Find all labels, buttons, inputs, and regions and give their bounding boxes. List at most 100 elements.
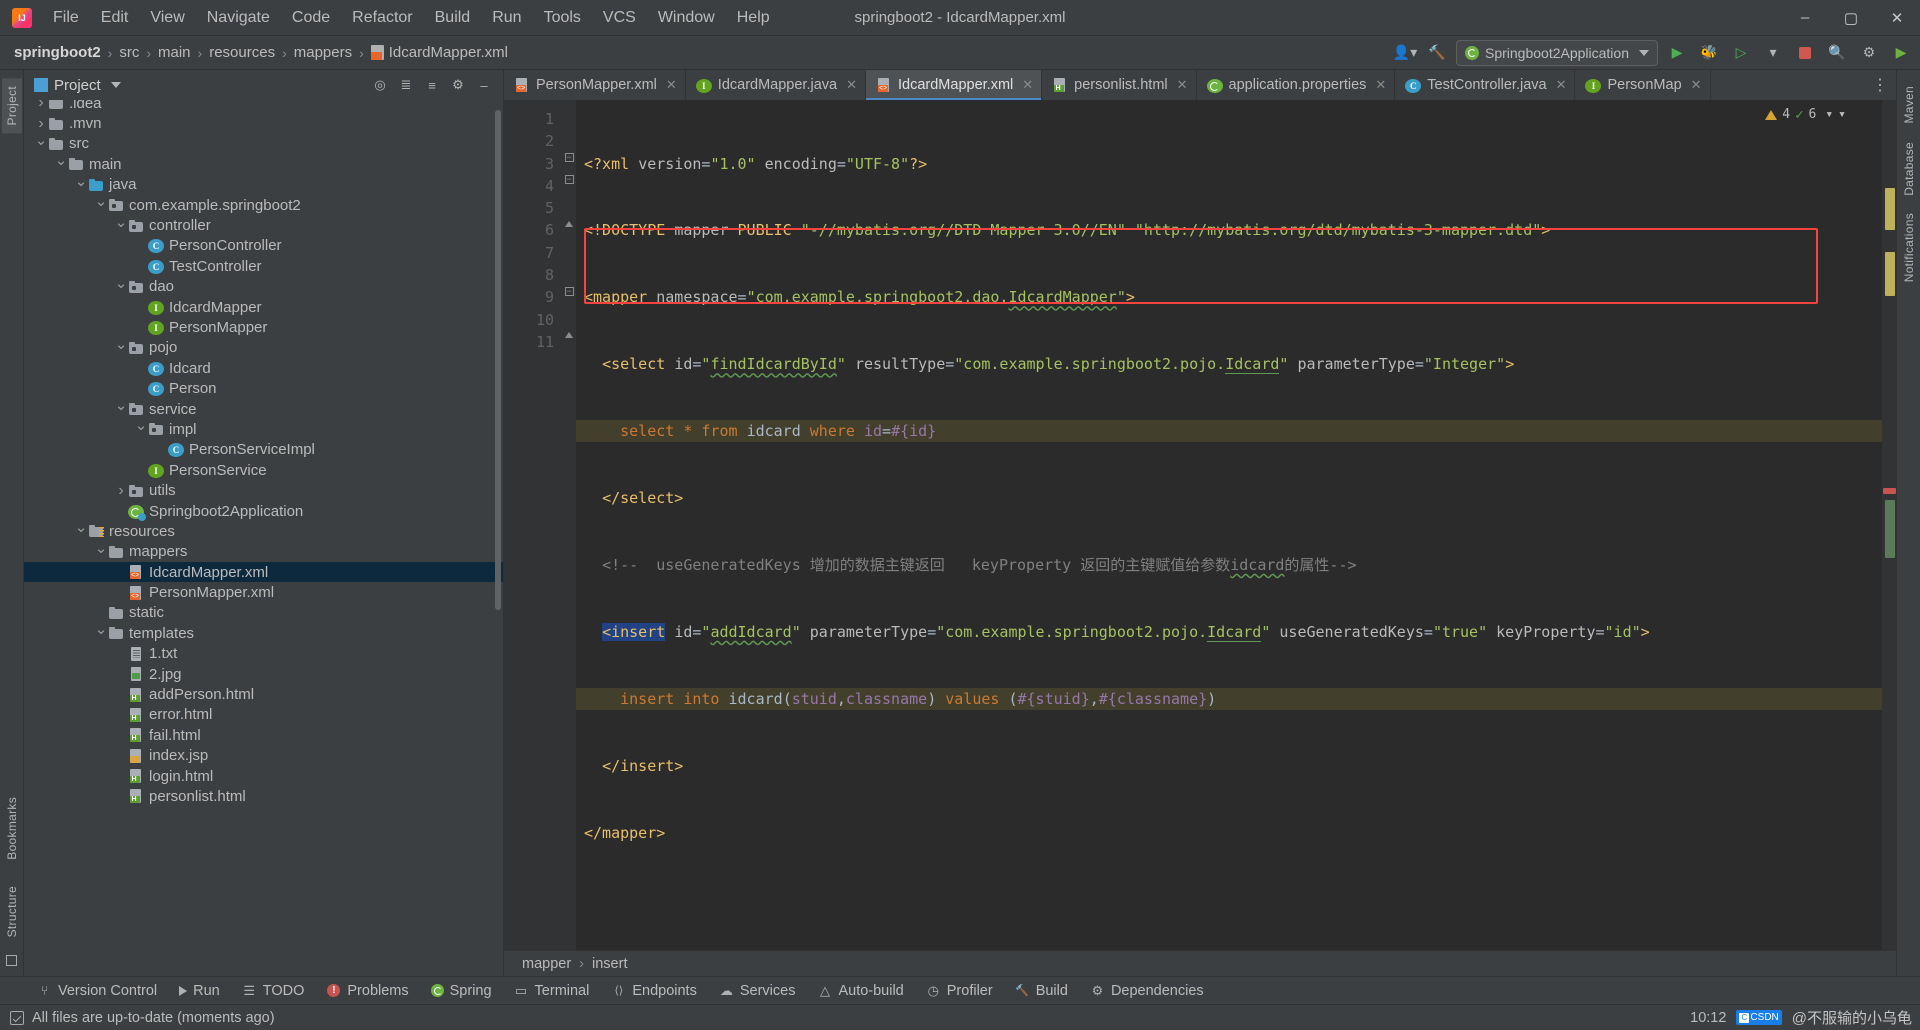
- inspect-hammer-icon[interactable]: 🔨: [1424, 40, 1450, 66]
- more-tabs-icon[interactable]: ⋮: [1864, 70, 1896, 100]
- chevron-down-icon[interactable]: [114, 278, 128, 296]
- bottom-tool-services[interactable]: Services: [708, 980, 807, 1002]
- gear-icon[interactable]: ⚙: [1856, 40, 1882, 66]
- marker-warning-1[interactable]: [1885, 188, 1895, 230]
- editor-tab-idcardmapper-java[interactable]: I IdcardMapper.java ✕: [686, 70, 866, 100]
- chevron-down-icon[interactable]: [114, 217, 128, 235]
- breadcrumb-main[interactable]: main: [158, 44, 191, 61]
- menu-help[interactable]: Help: [726, 4, 781, 32]
- user-account-icon[interactable]: 👤▾: [1392, 40, 1418, 66]
- tree-node-controller[interactable]: controller: [24, 215, 503, 235]
- menu-view[interactable]: View: [139, 4, 195, 32]
- inspection-chevron-icon[interactable]: ▾: [1825, 104, 1833, 126]
- bottom-tool-run[interactable]: Run: [168, 980, 231, 1002]
- tree-node-service[interactable]: service: [24, 399, 503, 419]
- tree-node-utils[interactable]: utils: [24, 480, 503, 500]
- tool-tab-maven[interactable]: Maven: [1899, 78, 1919, 132]
- chevron-down-icon[interactable]: [94, 543, 108, 561]
- menu-run[interactable]: Run: [481, 4, 532, 32]
- chevron-down-icon[interactable]: [54, 155, 68, 173]
- breadcrumb-src[interactable]: src: [119, 44, 139, 61]
- editor-tab-personmapper-xml[interactable]: <> PersonMapper.xml ✕: [504, 70, 686, 100]
- tool-tab-database[interactable]: Database: [1899, 134, 1919, 204]
- marker-warning-2[interactable]: [1885, 252, 1895, 296]
- chevron-down-icon[interactable]: [110, 82, 121, 88]
- inspection-widget[interactable]: 4 ✓ 6 ▾ ▾: [1765, 104, 1846, 126]
- bottom-tool-build[interactable]: Build: [1004, 980, 1079, 1002]
- editor-marker-gutter[interactable]: [1882, 100, 1896, 950]
- close-tab-icon[interactable]: ✕: [666, 77, 677, 93]
- tree-node-personmapper[interactable]: I PersonMapper: [24, 317, 503, 337]
- run-configuration-selector[interactable]: Springboot2Application: [1456, 39, 1658, 66]
- tree-node-1-txt[interactable]: 1.txt: [24, 644, 503, 664]
- editor-breadcrumb-mapper[interactable]: mapper: [522, 956, 571, 972]
- tree-node-person[interactable]: C Person: [24, 378, 503, 398]
- tree-node-index-jsp[interactable]: index.jsp: [24, 746, 503, 766]
- breadcrumb-springboot2[interactable]: springboot2: [14, 44, 101, 61]
- editor-tab-personmap[interactable]: I PersonMap ✕: [1575, 70, 1711, 100]
- chevron-down-icon[interactable]: [114, 339, 128, 357]
- update-icon[interactable]: ▶: [1888, 40, 1914, 66]
- bottom-tool-dependencies[interactable]: Dependencies: [1079, 980, 1215, 1002]
- run-button[interactable]: ▶: [1664, 40, 1690, 66]
- chevron-down-icon[interactable]: [74, 522, 88, 540]
- fold-marker-line4[interactable]: −: [564, 174, 574, 184]
- menu-vcs[interactable]: VCS: [592, 4, 647, 32]
- terminal-strip-icon[interactable]: [6, 955, 17, 966]
- tree-node-templates[interactable]: templates: [24, 623, 503, 643]
- close-tab-icon[interactable]: ✕: [1375, 77, 1386, 93]
- fold-marker-line3[interactable]: −: [564, 152, 574, 162]
- tree-node-idcardmapper-xml[interactable]: <> IdcardMapper.xml: [24, 561, 503, 583]
- chevron-down-icon[interactable]: [94, 624, 108, 642]
- bottom-tool-version-control[interactable]: Version Control: [26, 980, 168, 1002]
- chevron-down-icon[interactable]: [34, 135, 48, 153]
- tree-node-testcontroller[interactable]: C TestController: [24, 256, 503, 276]
- tree-node-main[interactable]: main: [24, 154, 503, 174]
- hide-panel-icon[interactable]: –: [473, 74, 495, 96]
- breadcrumb-resources[interactable]: resources: [209, 44, 275, 61]
- tree-node-springboot2application[interactable]: Springboot2Application: [24, 501, 503, 521]
- tree-node-fail-html[interactable]: Hfail.html: [24, 725, 503, 745]
- editor-tab-personlist-html[interactable]: Hpersonlist.html ✕: [1042, 70, 1197, 100]
- bottom-tool-problems[interactable]: Problems: [315, 980, 419, 1002]
- tool-tab-project[interactable]: Project: [1, 78, 22, 134]
- run-with-coverage-button[interactable]: ▷: [1728, 40, 1754, 66]
- tree-node-2-jpg[interactable]: 2.jpg: [24, 664, 503, 684]
- expand-all-icon[interactable]: ≣: [395, 74, 417, 96]
- chevron-down-icon[interactable]: [134, 420, 148, 438]
- menu-window[interactable]: Window: [647, 4, 726, 32]
- fold-marker-line10[interactable]: [564, 330, 574, 340]
- tool-tab-bookmarks[interactable]: Bookmarks: [2, 789, 22, 868]
- fold-marker-line6[interactable]: [564, 219, 574, 229]
- search-icon[interactable]: 🔍: [1824, 40, 1850, 66]
- tool-tab-notifications[interactable]: Notifications: [1899, 205, 1919, 290]
- close-tab-icon[interactable]: ✕: [1022, 77, 1033, 93]
- inspection-collapse-icon[interactable]: ▾: [1838, 104, 1846, 126]
- tree-node--idea[interactable]: .idea: [24, 100, 503, 113]
- more-run-options-icon[interactable]: ▾: [1760, 40, 1786, 66]
- tree-node-error-html[interactable]: Herror.html: [24, 705, 503, 725]
- collapse-all-icon[interactable]: ≡: [421, 74, 443, 96]
- tree-node-personlist-html[interactable]: Hpersonlist.html: [24, 786, 503, 806]
- code-content[interactable]: <?xml version="1.0" encoding="UTF-8"?> <…: [576, 100, 1882, 950]
- tree-node-personserviceimpl[interactable]: C PersonServiceImpl: [24, 440, 503, 460]
- close-button[interactable]: ✕: [1874, 1, 1920, 35]
- debug-button[interactable]: 🐝: [1696, 40, 1722, 66]
- close-tab-icon[interactable]: ✕: [1691, 77, 1702, 93]
- menu-refactor[interactable]: Refactor: [341, 4, 423, 32]
- breadcrumb-mappers[interactable]: mappers: [294, 44, 352, 61]
- chevron-right-icon[interactable]: [34, 115, 48, 133]
- bottom-tool-auto-build[interactable]: Auto-build: [806, 980, 914, 1002]
- maximize-button[interactable]: ▢: [1828, 1, 1874, 35]
- scroll-from-source-icon[interactable]: ◎: [369, 74, 391, 96]
- menu-file[interactable]: File: [42, 4, 90, 32]
- editor-breadcrumb-insert[interactable]: insert: [592, 956, 627, 972]
- close-tab-icon[interactable]: ✕: [1556, 77, 1567, 93]
- stop-button[interactable]: [1792, 40, 1818, 66]
- chevron-down-icon[interactable]: [94, 196, 108, 214]
- chevron-down-icon[interactable]: [74, 176, 88, 194]
- tree-node-idcardmapper[interactable]: I IdcardMapper: [24, 297, 503, 317]
- tree-node-addperson-html[interactable]: HaddPerson.html: [24, 684, 503, 704]
- fold-marker-line8[interactable]: −: [564, 286, 574, 296]
- marker-error-1[interactable]: [1883, 488, 1896, 494]
